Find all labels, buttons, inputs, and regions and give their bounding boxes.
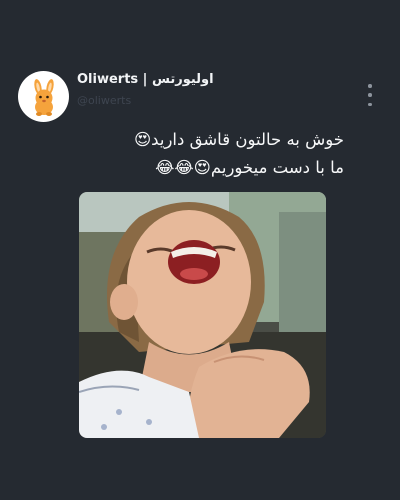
author-name[interactable]: Oliwerts | اولیورتس xyxy=(77,72,214,87)
avatar[interactable] xyxy=(18,71,69,122)
post-text: خوش به حالتون قاشق دارید😍 ما با دست میخو… xyxy=(80,126,344,182)
post-card: Oliwerts | اولیورتس @oliwerts خوش به حال… xyxy=(0,0,400,500)
author-handle[interactable]: @oliwerts xyxy=(77,94,131,107)
post-media-image[interactable] xyxy=(79,192,326,438)
more-vertical-icon xyxy=(368,84,372,88)
laughing-girl-photo xyxy=(79,192,326,438)
post-text-line-1: خوش به حالتون قاشق دارید😍 xyxy=(133,130,344,149)
more-options-button[interactable] xyxy=(362,84,378,106)
post-text-line-2: ما با دست میخوریم😍😂😂 xyxy=(155,158,344,177)
bunny-icon xyxy=(33,78,54,116)
